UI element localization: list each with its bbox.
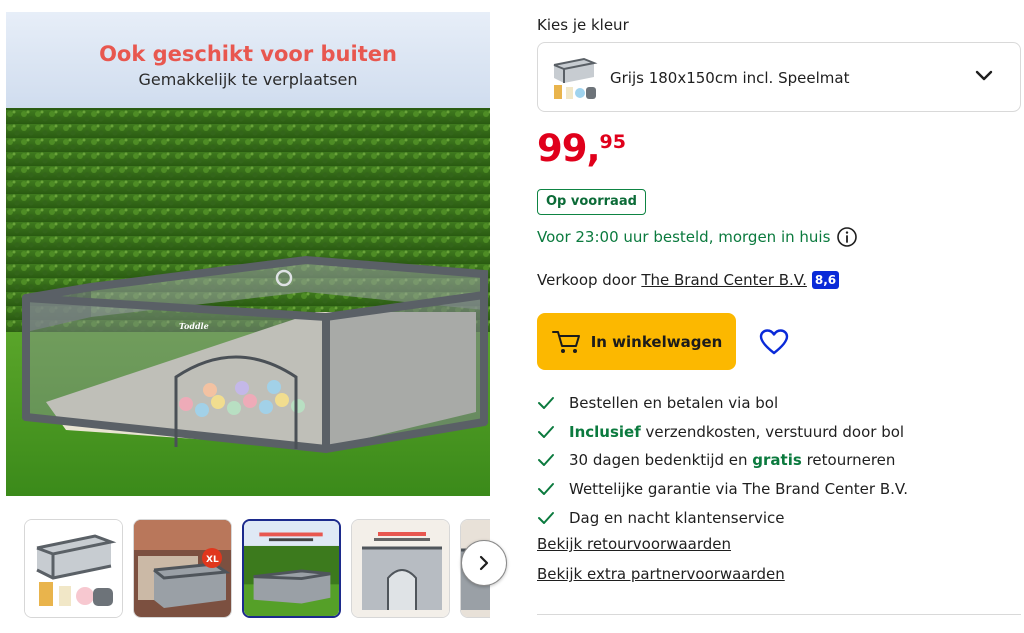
- price-euros: 99,: [537, 127, 601, 170]
- thumbnail-next-button[interactable]: [461, 540, 507, 586]
- seller-link[interactable]: The Brand Center B.V.: [641, 271, 807, 289]
- thumbnail-4[interactable]: [351, 519, 450, 618]
- brand-stamp: Toddle: [179, 321, 209, 331]
- thumbnail-3[interactable]: [242, 519, 341, 618]
- thumbnail-strip: XL: [24, 519, 490, 619]
- add-to-cart-label: In winkelwagen: [590, 332, 723, 351]
- playpen-product-thumbnail: [25, 520, 122, 617]
- usp-text: Dag en nacht klantenservice: [569, 508, 785, 527]
- usp-item: Dag en nacht klantenservice: [537, 503, 908, 532]
- usp-item: Wettelijke garantie via The Brand Center…: [537, 475, 908, 504]
- check-icon: [538, 511, 554, 524]
- info-icon[interactable]: [836, 226, 858, 248]
- variant-label: Kies je kleur: [537, 16, 629, 34]
- playpen-detail-thumbnail: [352, 520, 449, 617]
- product-main-image[interactable]: Ook geschikt voor buiten Gemakkelijk te …: [6, 12, 490, 496]
- usp-text: 30 dagen bedenktijd en gratis retournere…: [569, 451, 896, 470]
- usp-text: Bestellen en betalen via bol: [569, 394, 779, 413]
- check-icon: [538, 483, 554, 496]
- check-icon: [538, 397, 554, 410]
- cart-icon: [551, 330, 580, 353]
- usp-item: 30 dagen bedenktijd en gratis retournere…: [537, 446, 908, 475]
- usp-text: Inclusief verzendkosten, verstuurd door …: [569, 422, 905, 441]
- playpen-outdoor-thumbnail: [244, 521, 339, 616]
- variant-selected-value: Grijs 180x150cm incl. Speelmat: [610, 69, 850, 87]
- delivery-text: Voor 23:00 uur besteld, morgen in huis: [537, 228, 831, 246]
- usp-list: Bestellen en betalen via bol Inclusief v…: [537, 389, 908, 532]
- check-icon: [538, 425, 554, 438]
- heart-icon: [759, 329, 789, 355]
- wishlist-button[interactable]: [759, 328, 789, 360]
- thumbnail-2[interactable]: XL: [133, 519, 232, 618]
- variant-select[interactable]: Grijs 180x150cm incl. Speelmat: [537, 42, 1021, 112]
- section-divider: [537, 614, 1021, 615]
- usp-text: Wettelijke garantie via The Brand Center…: [569, 480, 908, 499]
- usp-item: Inclusief verzendkosten, verstuurd door …: [537, 418, 908, 447]
- price-cents: 95: [599, 131, 626, 153]
- chevron-down-icon: [975, 70, 993, 81]
- check-icon: [538, 454, 554, 467]
- promo-title: Ook geschikt voor buiten: [99, 42, 397, 66]
- svg-text:XL: XL: [206, 555, 219, 565]
- partner-conditions-link[interactable]: Bekijk extra partnervoorwaarden: [537, 565, 785, 583]
- returns-conditions-link[interactable]: Bekijk retourvoorwaarden: [537, 535, 731, 553]
- seller-prefix: Verkoop door: [537, 271, 637, 289]
- variant-thumbnail: [548, 51, 600, 103]
- playpen-room-thumbnail: XL: [134, 520, 231, 617]
- add-to-cart-button[interactable]: In winkelwagen: [537, 313, 736, 370]
- delivery-promise: Voor 23:00 uur besteld, morgen in huis: [537, 226, 858, 248]
- price: 99,95: [537, 130, 626, 167]
- stock-badge: Op voorraad: [537, 189, 646, 215]
- usp-item: Bestellen en betalen via bol: [537, 389, 908, 418]
- promo-subtitle: Gemakkelijk te verplaatsen: [138, 70, 358, 89]
- chevron-right-icon: [479, 555, 489, 571]
- seller-score-badge: 8,6: [811, 271, 840, 289]
- seller-line: Verkoop door The Brand Center B.V. 8,6: [537, 271, 840, 289]
- thumbnail-1[interactable]: [24, 519, 123, 618]
